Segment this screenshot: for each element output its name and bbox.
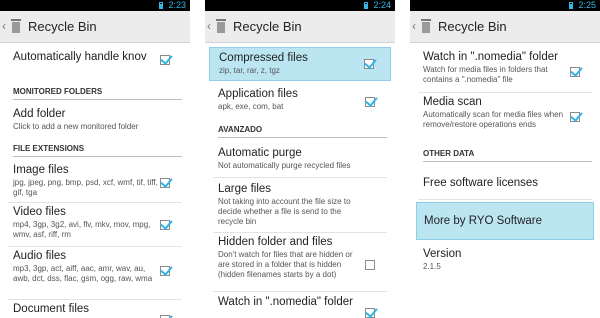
more-by-ryo-item[interactable]: More by RYO Software xyxy=(416,202,594,240)
phone-screen-1: 2:23 ‹ Recycle Bin Automatically handle … xyxy=(0,0,190,318)
automatic-purge-item[interactable]: Automatic purge Not automatically purge … xyxy=(205,147,395,177)
status-bar: 2:24 xyxy=(205,0,395,11)
image-files-setting[interactable]: Image files jpg, jpeg, png, bmp, psd, xc… xyxy=(0,164,190,204)
automatic-purge-title: Automatic purge xyxy=(218,147,302,159)
version-title: Version xyxy=(423,248,462,260)
nomedia-title: Watch in ".nomedia" folder xyxy=(218,296,353,308)
phone-screen-2: 2:24 ‹ Recycle Bin Compressed files zip,… xyxy=(205,0,395,318)
status-time: 2:24 xyxy=(373,0,391,10)
status-bar: 2:25 xyxy=(410,0,600,11)
add-folder-summary: Click to add a new monitored folder xyxy=(13,122,139,131)
add-folder-item[interactable]: Add folder Click to add a new monitored … xyxy=(0,108,190,138)
compressed-files-checkbox[interactable] xyxy=(364,59,374,69)
hidden-files-setting[interactable]: Hidden folder and files Don't watch for … xyxy=(205,236,395,296)
action-bar: ‹ Recycle Bin xyxy=(0,11,190,43)
application-files-checkbox[interactable] xyxy=(365,97,375,107)
page-title: Recycle Bin xyxy=(438,19,507,34)
video-files-title: Video files xyxy=(13,206,66,218)
media-scan-title: Media scan xyxy=(423,96,482,108)
divider xyxy=(213,177,387,178)
document-files-setting[interactable]: Document files xyxy=(0,303,190,318)
version-item: Version 2.1.5 xyxy=(410,248,600,278)
section-header-avanzado: AVANZADO xyxy=(218,125,387,138)
add-folder-title: Add folder xyxy=(13,108,66,120)
section-header-other: OTHER DATA xyxy=(423,149,592,162)
auto-handle-checkbox[interactable] xyxy=(160,55,170,65)
nomedia-setting[interactable]: Watch in ".nomedia" folder xyxy=(205,296,395,318)
action-bar: ‹ Recycle Bin xyxy=(410,11,600,43)
up-chevron-icon[interactable]: ‹ xyxy=(2,19,6,33)
status-time: 2:23 xyxy=(168,0,186,10)
battery-icon xyxy=(568,2,573,9)
phone-screen-3: 2:25 ‹ Recycle Bin Watch in ".nomedia" f… xyxy=(410,0,600,318)
divider xyxy=(8,246,182,247)
section-header-extensions: FILE EXTENSIONS xyxy=(13,144,182,157)
battery-icon xyxy=(363,2,368,9)
up-chevron-icon[interactable]: ‹ xyxy=(207,19,211,33)
auto-handle-setting[interactable]: Automatically handle knov xyxy=(0,51,190,79)
media-scan-checkbox[interactable] xyxy=(570,112,580,122)
hidden-files-title: Hidden folder and files xyxy=(218,236,333,248)
status-time: 2:25 xyxy=(578,0,596,10)
large-files-title: Large files xyxy=(218,183,272,195)
media-scan-setting[interactable]: Media scan Automatically scan for media … xyxy=(410,96,600,140)
nomedia-checkbox[interactable] xyxy=(365,308,375,318)
nomedia-title: Watch in ".nomedia" folder xyxy=(423,51,558,63)
automatic-purge-summary: Not automatically purge recycled files xyxy=(218,161,351,170)
free-licenses-title: Free software licenses xyxy=(423,177,539,189)
free-licenses-item[interactable]: Free software licenses xyxy=(410,177,600,199)
large-files-item[interactable]: Large files Not taking into account the … xyxy=(205,183,395,233)
application-files-setting[interactable]: Application files apk, exe, com, bat xyxy=(205,88,395,120)
action-bar: ‹ Recycle Bin xyxy=(205,11,395,43)
up-chevron-icon[interactable]: ‹ xyxy=(412,19,416,33)
compressed-files-setting[interactable]: Compressed files zip, tar, rar, z, tgz xyxy=(209,47,391,81)
image-files-checkbox[interactable] xyxy=(160,178,170,188)
status-bar: 2:23 xyxy=(0,0,190,11)
divider xyxy=(8,202,182,203)
nomedia-setting[interactable]: Watch in ".nomedia" folder Watch for med… xyxy=(410,51,600,95)
audio-files-title: Audio files xyxy=(13,250,67,262)
audio-files-setting[interactable]: Audio files mp3, 3gp, act, aiff, aac, am… xyxy=(0,250,190,300)
divider xyxy=(8,299,182,300)
divider xyxy=(213,232,387,233)
recycle-bin-icon[interactable] xyxy=(10,18,22,34)
battery-icon xyxy=(158,2,163,9)
nomedia-checkbox[interactable] xyxy=(570,67,580,77)
recycle-bin-icon[interactable] xyxy=(420,18,432,34)
divider xyxy=(418,92,592,93)
divider xyxy=(418,199,592,200)
recycle-bin-icon[interactable] xyxy=(215,18,227,34)
large-files-summary: Not taking into account the file size to… xyxy=(218,197,351,226)
section-header-monitored: MONITORED FOLDERS xyxy=(13,87,182,100)
hidden-files-checkbox[interactable] xyxy=(365,260,375,270)
image-files-title: Image files xyxy=(13,164,69,176)
video-files-checkbox[interactable] xyxy=(160,220,170,230)
document-files-title: Document files xyxy=(13,303,90,315)
video-files-setting[interactable]: Video files mp4, 3gp, 3g2, avi, flv, mkv… xyxy=(0,206,190,246)
version-value: 2.1.5 xyxy=(423,262,441,271)
audio-files-checkbox[interactable] xyxy=(160,266,170,276)
divider xyxy=(213,291,387,292)
page-title: Recycle Bin xyxy=(233,19,302,34)
more-by-ryo-title: More by RYO Software xyxy=(424,215,543,227)
page-title: Recycle Bin xyxy=(28,19,97,34)
